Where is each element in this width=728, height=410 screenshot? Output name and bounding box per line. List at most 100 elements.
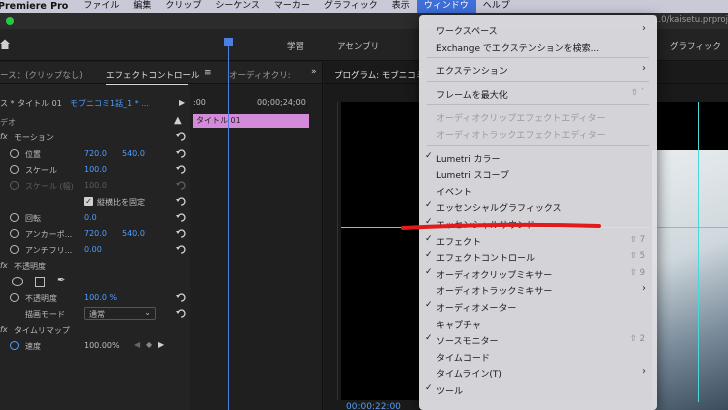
rectangle-mask-icon[interactable]: [35, 277, 45, 287]
scale-width-row: スケール (幅) 100.0: [0, 178, 190, 194]
chevron-right-icon: ›: [642, 63, 646, 75]
workspace-tab-assembly[interactable]: アセンブリ: [337, 40, 379, 52]
menu-view[interactable]: 表示: [385, 0, 417, 13]
opacity-value[interactable]: 100.0 %: [84, 293, 117, 302]
window-menu-item[interactable]: ✓ ソースモニター ⇧ 2: [419, 331, 657, 347]
window-menu-item[interactable]: フレームを最大化 ⇧ `: [419, 85, 657, 101]
window-menu-item[interactable]: イベント: [419, 182, 657, 198]
menu-marker[interactable]: マーカー: [267, 0, 317, 13]
source-clip-label: ス * タイトル 01: [0, 99, 62, 108]
window-menu-item[interactable]: ワークスペース ›: [419, 21, 657, 37]
window-menu-item[interactable]: ✓ オーディオメーター: [419, 298, 657, 314]
speed-value[interactable]: 100.00%: [84, 341, 120, 350]
reset-icon[interactable]: [176, 165, 186, 174]
ellipse-mask-icon[interactable]: [12, 277, 23, 286]
window-menu-item[interactable]: ✓ オーディオクリップミキサー ⇧ 9: [419, 265, 657, 281]
stopwatch-icon[interactable]: [10, 229, 19, 238]
opacity-group-row[interactable]: fx 不透明度: [0, 258, 190, 274]
window-zoom-button[interactable]: [6, 17, 14, 25]
anchor-row: アンカーポ... 720.0 540.0: [0, 226, 190, 242]
tab-effect-controls[interactable]: エフェクトコントロール: [106, 69, 200, 85]
stopwatch-icon[interactable]: [10, 165, 19, 174]
motion-row[interactable]: fx モーション: [0, 130, 190, 146]
reset-icon[interactable]: [176, 245, 186, 254]
window-menu-item[interactable]: エクステンション ›: [419, 61, 657, 77]
uniform-scale-row: ✓ 縦横比を固定: [0, 194, 190, 210]
tab-source[interactable]: ース：(クリップなし): [0, 69, 83, 81]
menu-graphics[interactable]: グラフィック: [317, 0, 385, 13]
window-menu-item[interactable]: キャプチャ: [419, 315, 657, 331]
workspace-tab-learn[interactable]: 学習: [287, 40, 304, 52]
stopwatch-icon[interactable]: [10, 149, 19, 158]
menu-clip[interactable]: クリップ: [158, 0, 208, 13]
reset-icon[interactable]: [176, 213, 186, 222]
window-menu-item[interactable]: ✓ エフェクト ⇧ 7: [419, 232, 657, 248]
anchor-x-value[interactable]: 720.0: [84, 229, 107, 238]
prev-keyframe-icon[interactable]: ◀: [134, 340, 140, 349]
checkmark-icon: ✓: [425, 150, 433, 161]
menu-edit[interactable]: 編集: [126, 0, 158, 13]
window-menu-item[interactable]: ✓ エフェクトコントロール ⇧ 5: [419, 248, 657, 264]
time-remap-row[interactable]: fx タイムリマップ: [0, 322, 190, 338]
fx-badge-icon: fx: [0, 325, 8, 334]
blend-mode-label: 描画モード: [25, 310, 65, 319]
window-menu-item[interactable]: Exchange でエクステンションを検索...: [419, 38, 657, 54]
app-name-menu[interactable]: Premiere Pro: [0, 1, 76, 12]
position-y-value[interactable]: 540.0: [122, 149, 145, 158]
menu-window[interactable]: ウィンドウ: [416, 0, 476, 13]
menu-sequence[interactable]: シーケンス: [208, 0, 267, 13]
antiflicker-value[interactable]: 0.00: [84, 245, 102, 254]
opacity-group-label: 不透明度: [14, 262, 46, 271]
window-menu-item[interactable]: タイムコード: [419, 348, 657, 364]
ruler-start: :00: [193, 98, 206, 107]
play-only-clip-icon[interactable]: ▶: [179, 98, 185, 107]
stopwatch-icon[interactable]: [10, 341, 19, 350]
stopwatch-icon[interactable]: [10, 293, 19, 302]
menu-file[interactable]: ファイル: [76, 0, 126, 13]
window-menu-item[interactable]: オーディオトラックミキサー ›: [419, 281, 657, 297]
project-path: 1.0/kaisetu.prproj: [653, 15, 728, 25]
antiflicker-label: アンチフリ...: [25, 246, 73, 255]
sequence-clip-label[interactable]: モブニコミ1話_1 * ...: [70, 98, 149, 109]
reset-icon[interactable]: [176, 293, 186, 302]
blend-mode-select[interactable]: 通常 ⌄: [84, 307, 156, 320]
playhead-handle[interactable]: [224, 38, 233, 46]
next-keyframe-icon[interactable]: ▶: [158, 340, 164, 349]
panel-menu-icon[interactable]: ≡: [204, 68, 212, 78]
tab-audio-clip-mixer[interactable]: オーディオクリ:: [229, 69, 291, 81]
reset-icon[interactable]: [176, 229, 186, 238]
window-menu-item[interactable]: ✓ エッセンシャルグラフィックス: [419, 198, 657, 214]
pen-mask-icon[interactable]: ✒: [57, 275, 65, 286]
window-menu-item[interactable]: タイムライン(T) ›: [419, 364, 657, 380]
collapse-icon[interactable]: ▲: [174, 115, 182, 126]
playhead-timecode[interactable]: 00:00:22:00: [346, 402, 401, 410]
uniform-scale-checkbox[interactable]: ✓: [84, 197, 93, 206]
more-panels-icon[interactable]: »: [311, 67, 317, 77]
ec-mini-timeline[interactable]: [190, 84, 322, 410]
reset-icon[interactable]: [176, 149, 186, 158]
reset-icon[interactable]: [176, 309, 186, 318]
speed-row: 速度 100.00% ◀ ◆ ▶: [0, 338, 190, 354]
clip-bar[interactable]: タイトル 01: [193, 114, 309, 128]
position-x-value[interactable]: 720.0: [84, 149, 107, 158]
window-menu-item[interactable]: ✓ ツール: [419, 381, 657, 397]
reset-icon[interactable]: [176, 197, 186, 206]
reset-icon[interactable]: [176, 132, 186, 141]
window-menu-item[interactable]: ✓ Lumetri カラー: [419, 149, 657, 165]
anchor-y-value[interactable]: 540.0: [122, 229, 145, 238]
scale-value[interactable]: 100.0: [84, 165, 107, 174]
add-keyframe-icon[interactable]: ◆: [146, 340, 152, 349]
guide-vertical[interactable]: [698, 102, 699, 402]
program-monitor-title[interactable]: プログラム: モブニコミ: [334, 69, 424, 81]
menu-item-label: Lumetri スコープ: [436, 171, 509, 182]
stopwatch-icon[interactable]: [10, 245, 19, 254]
home-icon[interactable]: [0, 39, 10, 49]
stopwatch-icon[interactable]: [10, 213, 19, 222]
menu-help[interactable]: ヘルプ: [476, 0, 517, 13]
menu-item-label: Exchange でエクステンションを検索...: [436, 43, 600, 54]
menu-item-label: タイムライン(T): [436, 370, 502, 381]
menu-item-label: フレームを最大化: [436, 90, 508, 101]
workspace-tab-graphics[interactable]: グラフィック: [670, 40, 721, 52]
window-menu-item[interactable]: Lumetri スコープ: [419, 165, 657, 181]
rotation-value[interactable]: 0.0: [84, 213, 97, 222]
